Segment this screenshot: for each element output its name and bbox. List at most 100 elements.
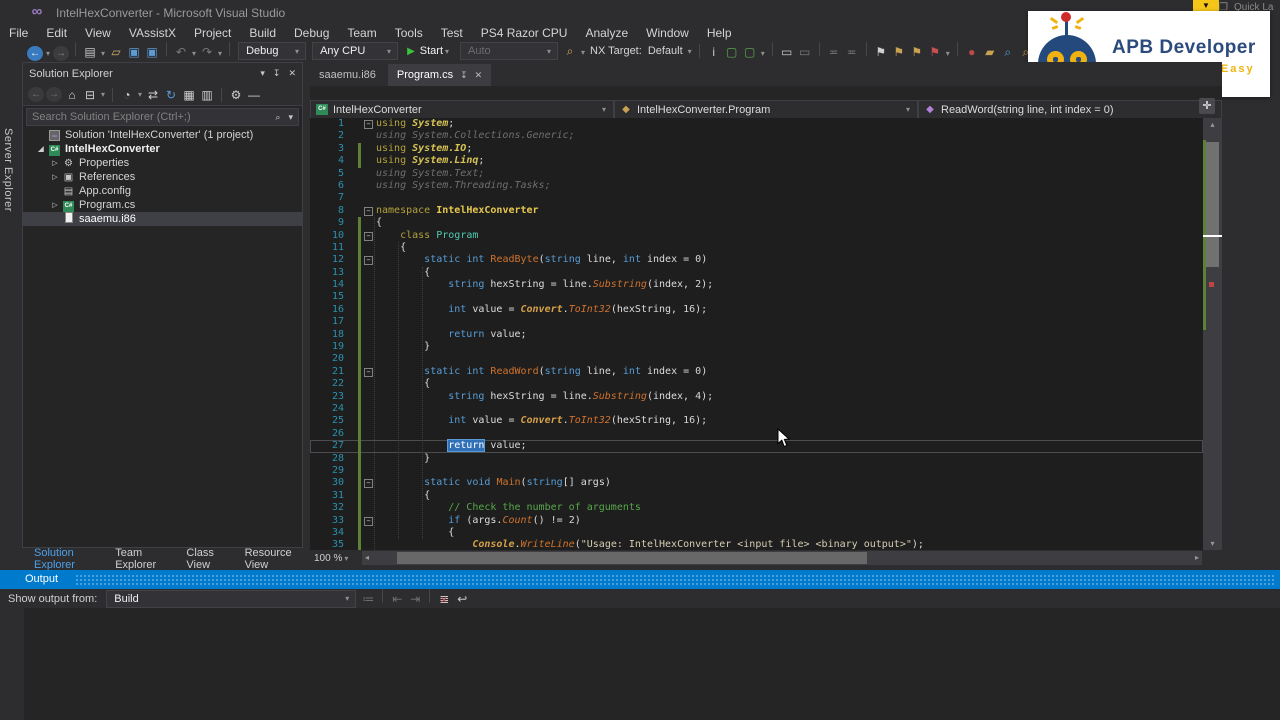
vassistx-icon[interactable]: ⌕: [562, 43, 578, 59]
box-selection-alt-icon[interactable]: ▢: [742, 44, 758, 60]
navigate-forward-icon[interactable]: →: [53, 45, 70, 61]
type-combo[interactable]: ◆ IntelHexConverter.Program ▾: [614, 100, 918, 119]
copy-icon[interactable]: ▥: [199, 87, 215, 103]
move-item-icon[interactable]: ▭: [779, 44, 795, 60]
scroll-left-icon[interactable]: ◂: [365, 551, 369, 565]
pin-icon[interactable]: ↧: [273, 68, 281, 79]
refresh-icon[interactable]: ↻: [163, 87, 179, 103]
menu-window[interactable]: Window: [637, 26, 698, 40]
menu-team[interactable]: Team: [338, 26, 385, 40]
menu-debug[interactable]: Debug: [285, 26, 338, 40]
list-up-icon[interactable]: ≖: [826, 44, 842, 60]
tomato-tool-icon[interactable]: ●: [964, 44, 980, 60]
menu-project[interactable]: Project: [185, 26, 240, 40]
scroll-right-icon[interactable]: ▸: [1195, 551, 1199, 565]
gold-folder-icon[interactable]: ▰: [982, 44, 998, 60]
menu-analyze[interactable]: Analyze: [576, 26, 637, 40]
expand-expander-icon[interactable]: ▷: [49, 201, 61, 209]
panel-tab-team-explorer[interactable]: Team Explorer: [107, 547, 178, 571]
preview-icon[interactable]: —: [246, 87, 262, 103]
redo-icon[interactable]: ↷: [199, 44, 215, 60]
home-icon[interactable]: ⌂: [64, 87, 80, 103]
tree-item-saaemu-i86[interactable]: saaemu.i86: [23, 212, 302, 226]
menu-vassistx[interactable]: VAssistX: [120, 26, 185, 40]
panel-tab-class-view[interactable]: Class View: [178, 547, 236, 571]
output-panel-titlebar[interactable]: Output: [0, 570, 1280, 589]
nx-target-value[interactable]: Default: [648, 45, 683, 57]
new-project-icon[interactable]: ▤: [82, 44, 98, 60]
clear-bookmarks-icon[interactable]: ⚑: [927, 44, 943, 60]
pin-icon[interactable]: ↧: [460, 70, 468, 81]
navigate-back-icon[interactable]: ←: [27, 45, 43, 61]
show-all-files-icon[interactable]: ▦: [181, 87, 197, 103]
server-explorer-tab[interactable]: Server Explorer: [2, 128, 14, 212]
panel-tab-solution-explorer[interactable]: Solution Explorer: [26, 547, 107, 571]
platform-combo[interactable]: Any CPU ▾: [312, 42, 399, 60]
scroll-up-icon[interactable]: ▴: [1203, 120, 1222, 129]
menu-ps4-razor-cpu[interactable]: PS4 Razor CPU: [472, 26, 577, 40]
fold-collapse-icon[interactable]: −: [364, 256, 373, 266]
back-icon[interactable]: ←: [28, 87, 44, 102]
fold-collapse-icon[interactable]: −: [364, 367, 373, 377]
next-bookmark-icon[interactable]: ⚑: [891, 44, 907, 60]
tree-item-references[interactable]: ▷ ▣ References: [23, 170, 302, 184]
attach-target-combo[interactable]: Auto ▾: [460, 42, 559, 60]
configuration-combo[interactable]: Debug ▾: [238, 42, 307, 60]
horizontal-scrollbar-thumb[interactable]: [397, 552, 867, 564]
fold-collapse-icon[interactable]: −: [364, 516, 373, 526]
menu-edit[interactable]: Edit: [37, 26, 76, 40]
tree-item-properties[interactable]: ▷ ⚙ Properties: [23, 156, 302, 170]
forward-icon[interactable]: →: [46, 87, 62, 102]
tree-item-program-cs[interactable]: ▷ C# Program.cs: [23, 198, 302, 212]
menu-view[interactable]: View: [76, 26, 120, 40]
collapse-all-icon[interactable]: ⊟: [82, 87, 98, 103]
messages-icon[interactable]: ≔: [360, 591, 376, 607]
vertical-scrollbar[interactable]: ▴ ▾: [1203, 118, 1222, 550]
tree-item-app-config[interactable]: ▤ App.config: [23, 184, 302, 198]
collapse-expander-icon[interactable]: ◢: [35, 145, 47, 153]
start-debug-button[interactable]: ▶ Start ▾: [407, 45, 451, 57]
menu-file[interactable]: File: [0, 26, 37, 40]
fold-collapse-icon[interactable]: −: [364, 120, 373, 129]
box-selection-icon[interactable]: ▢: [724, 44, 740, 60]
undo-icon[interactable]: ↶: [173, 44, 189, 60]
code-editor[interactable]: 1− using System; 2 using System.Collections…: [310, 118, 1203, 550]
expand-expander-icon[interactable]: ▷: [49, 159, 61, 167]
menu-tools[interactable]: Tools: [386, 26, 432, 40]
pending-changes-filter-icon[interactable]: ◔: [119, 87, 135, 103]
scroll-down-icon[interactable]: ▾: [1203, 539, 1222, 548]
output-source-combo[interactable]: Build ▾: [106, 589, 357, 608]
search-input[interactable]: Search Solution Explorer (Ctrl+;) ⌕ ▾: [26, 108, 299, 126]
bookmark-icon[interactable]: ⚑: [873, 44, 889, 60]
properties-wrench-icon[interactable]: ⚙: [228, 87, 244, 103]
menu-build[interactable]: Build: [240, 26, 285, 40]
goto-previous-message-icon[interactable]: ⇤: [389, 591, 405, 607]
document-tab-saaemu-i86[interactable]: saaemu.i86: [310, 64, 385, 86]
fold-collapse-icon[interactable]: −: [364, 479, 373, 489]
clear-all-icon[interactable]: ≣ ✕: [436, 591, 452, 607]
close-icon[interactable]: ✕: [475, 70, 483, 81]
goto-next-message-icon[interactable]: ⇥: [407, 591, 423, 607]
close-icon[interactable]: ✕: [288, 68, 296, 79]
list-down-icon[interactable]: ≖: [844, 44, 860, 60]
menu-help[interactable]: Help: [698, 26, 741, 40]
zoom-combo[interactable]: 100 % ▾: [310, 551, 362, 566]
horizontal-scrollbar[interactable]: ◂ ▸: [362, 551, 1202, 565]
fold-collapse-icon[interactable]: −: [364, 231, 373, 241]
member-combo[interactable]: ◆ ReadWord(string line, int index = 0) ▾: [918, 100, 1222, 119]
fold-collapse-icon[interactable]: −: [364, 206, 373, 216]
copy-item-icon[interactable]: ▭: [797, 44, 813, 60]
window-position-icon[interactable]: ▾: [260, 68, 265, 79]
document-tab-program-cs[interactable]: Program.cs ↧ ✕: [387, 64, 492, 86]
save-icon[interactable]: ▣: [126, 44, 142, 60]
panel-tab-resource-view[interactable]: Resource View: [237, 547, 310, 571]
vertical-scrollbar-thumb[interactable]: [1206, 142, 1219, 267]
attach-info-icon[interactable]: i: [706, 44, 722, 60]
sync-with-active-document-icon[interactable]: ⇄: [145, 87, 161, 103]
toggle-word-wrap-icon[interactable]: ↩: [454, 591, 470, 607]
tree-item-intelhexconverter[interactable]: ◢ C# IntelHexConverter: [23, 142, 302, 156]
prev-bookmark-icon[interactable]: ⚑: [909, 44, 925, 60]
project-combo[interactable]: C# IntelHexConverter ▾: [310, 100, 614, 119]
menu-test[interactable]: Test: [432, 26, 472, 40]
save-all-icon[interactable]: ▣: [144, 44, 160, 60]
